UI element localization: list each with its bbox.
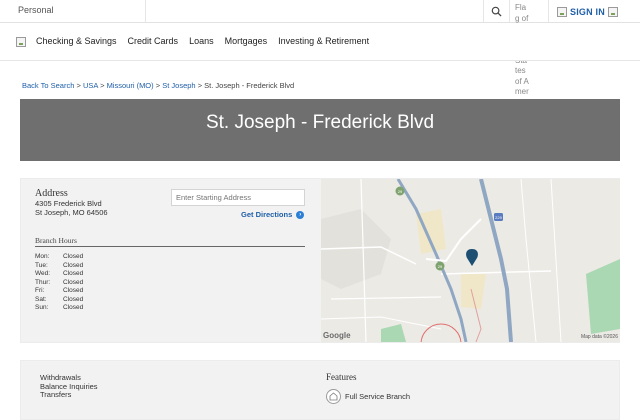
branch-hours-heading: Branch Hours xyxy=(35,236,77,245)
hours-row: Tue: Closed xyxy=(35,262,83,271)
chevron-icon xyxy=(607,6,618,17)
hours-row: Wed: Closed xyxy=(35,270,83,279)
get-directions-link[interactable]: Get Directions › xyxy=(241,210,305,219)
breadcrumb-usa[interactable]: USA xyxy=(83,81,98,90)
get-directions-label: Get Directions xyxy=(241,210,293,219)
nav-item-checking-savings[interactable]: Checking & Savings xyxy=(36,36,117,46)
hours-value: Closed xyxy=(63,278,84,286)
services-list: Withdrawals Balance Inquiries Transfers xyxy=(40,373,98,400)
divider xyxy=(548,0,549,23)
main-nav: Checking & Savings Credit Cards Loans Mo… xyxy=(0,23,640,61)
sign-in-button[interactable]: SIGN IN xyxy=(557,5,618,18)
arrow-circle-icon: › xyxy=(296,210,305,219)
address-heading: Address xyxy=(35,188,68,199)
breadcrumb: Back To Search > USA > Missouri (MO) > S… xyxy=(22,81,294,90)
hours-value: Closed xyxy=(63,261,84,269)
hours-value: Closed xyxy=(63,295,84,303)
map-attribution[interactable]: Map data ©2026 xyxy=(581,334,618,340)
user-icon xyxy=(557,6,567,17)
service-item: Transfers xyxy=(40,390,72,399)
divider xyxy=(35,246,305,247)
hours-row: Thur: Closed xyxy=(35,279,83,288)
hours-value: Closed xyxy=(63,287,84,294)
services-features-card: Withdrawals Balance Inquiries Transfers … xyxy=(20,360,620,420)
hours-value: Closed xyxy=(63,270,84,277)
map-canvas: 29 29 229 xyxy=(321,179,620,342)
breadcrumb-separator: > xyxy=(76,81,81,90)
branch-icon xyxy=(326,389,341,404)
hours-day: Sun: xyxy=(35,304,49,311)
segment-selector[interactable]: Personal xyxy=(18,5,54,15)
branch-map[interactable]: 29 29 229 Google Map data ©2026 xyxy=(321,179,620,342)
starting-address-input[interactable] xyxy=(171,189,305,206)
branch-info-card: Address 4305 Frederick Blvd St Joseph, M… xyxy=(20,178,620,343)
utility-bar: Personal Flag of the United States of Am… xyxy=(0,0,640,107)
breadcrumb-separator: > xyxy=(100,81,105,90)
nav-item-loans[interactable]: Loans xyxy=(189,36,214,46)
search-icon[interactable] xyxy=(491,6,502,17)
hours-row: Fri: Closed xyxy=(35,287,83,296)
hours-day: Wed: xyxy=(35,270,51,277)
breadcrumb-separator: > xyxy=(197,81,203,90)
hours-day: Tue: xyxy=(35,261,48,269)
hours-row: Sun: Closed xyxy=(35,304,83,313)
highway-shield-label: 229 xyxy=(495,215,502,220)
hours-row: Sat: Closed xyxy=(35,296,83,305)
highway-shield-label: 29 xyxy=(398,189,403,194)
sign-in-label: SIGN IN xyxy=(570,6,605,17)
divider xyxy=(509,0,510,23)
page-title: St. Joseph - Frederick Blvd xyxy=(205,112,435,133)
address-line2: St Joseph, MO 64506 xyxy=(35,208,108,217)
nav-item-credit-cards[interactable]: Credit Cards xyxy=(128,36,179,46)
logo-icon[interactable] xyxy=(16,37,26,47)
breadcrumb-separator: > xyxy=(155,81,161,90)
nav-item-investing-retirement[interactable]: Investing & Retirement xyxy=(278,36,369,46)
hours-day: Mon: xyxy=(35,253,50,260)
feature-item: Full Service Branch xyxy=(326,389,410,404)
hours-value: Closed xyxy=(63,253,84,260)
breadcrumb-missouri[interactable]: Missouri (MO) xyxy=(107,81,154,90)
hours-day: Thur: xyxy=(35,278,51,286)
breadcrumb-st-joseph[interactable]: St Joseph xyxy=(162,81,195,90)
breadcrumb-back-to-search[interactable]: Back To Search xyxy=(22,81,74,90)
hero-banner: St. Joseph - Frederick Blvd xyxy=(20,99,620,161)
divider xyxy=(483,0,484,23)
branch-hours-list: Mon: Closed Tue: Closed Wed: Closed Thur: Cl… xyxy=(35,253,83,313)
highway-shield-label: 29 xyxy=(438,264,443,269)
hours-day: Sat: xyxy=(35,295,47,303)
divider xyxy=(145,0,146,23)
breadcrumb-current: St. Joseph - Frederick Blvd xyxy=(204,81,295,90)
nav-item-mortgages[interactable]: Mortgages xyxy=(225,36,268,46)
nav-menu: Checking & Savings Credit Cards Loans Mo… xyxy=(36,36,369,46)
hours-day: Fri: xyxy=(35,287,45,294)
address-line1: 4305 Frederick Blvd xyxy=(35,199,102,208)
google-logo[interactable]: Google xyxy=(323,331,351,340)
features-heading: Features xyxy=(326,372,357,382)
hours-row: Mon: Closed xyxy=(35,253,83,262)
hours-value: Closed xyxy=(63,304,84,311)
